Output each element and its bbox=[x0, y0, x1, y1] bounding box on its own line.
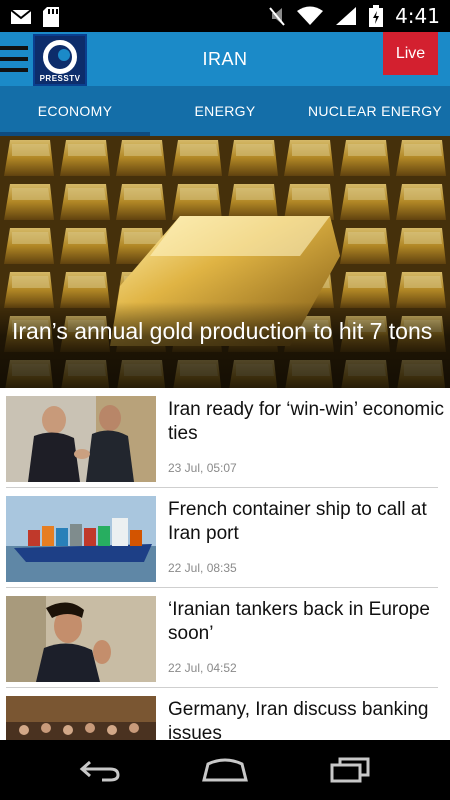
back-icon bbox=[79, 760, 120, 782]
recent-apps-icon bbox=[330, 757, 370, 783]
clock: 4:41 bbox=[395, 4, 440, 28]
article-date: 22 Jul, 08:35 bbox=[168, 561, 237, 575]
hero-title: Iran’s annual gold production to hit 7 t… bbox=[12, 318, 433, 344]
article-title: Germany, Iran discuss banking issues bbox=[168, 699, 429, 744]
tab-energy[interactable]: ENERGY bbox=[150, 86, 300, 136]
hero-article[interactable]: Iran’s annual gold production to hit 7 t… bbox=[0, 136, 450, 388]
home-button[interactable] bbox=[175, 740, 275, 800]
status-bar: 4:41 bbox=[0, 0, 450, 32]
wifi-icon bbox=[297, 6, 324, 25]
article-date: 22 Jul, 04:52 bbox=[168, 661, 237, 675]
article-date: 23 Jul, 05:07 bbox=[168, 461, 237, 475]
list-item[interactable]: French container ship to call at Iran po… bbox=[0, 488, 450, 588]
list-item[interactable]: ‘Iranian tankers back in Europe soon’ 22… bbox=[0, 588, 450, 688]
sd-card-icon bbox=[43, 7, 59, 27]
app-bar: PRESSTV IRAN Live bbox=[0, 32, 450, 86]
tab-nuclear-energy[interactable]: NUCLEAR ENERGY bbox=[300, 86, 450, 136]
news-list: Iran ready for ‘win-win’ economic ties 2… bbox=[0, 388, 450, 788]
live-button[interactable]: Live bbox=[383, 32, 438, 75]
category-tabs: ECONOMY ENERGY NUCLEAR ENERGY bbox=[0, 86, 450, 136]
thumbnail-speaker bbox=[6, 596, 156, 682]
system-nav-bar bbox=[0, 740, 450, 800]
recent-apps-button[interactable] bbox=[300, 740, 400, 800]
article-title: Iran ready for ‘win-win’ economic ties bbox=[168, 399, 444, 444]
list-item[interactable]: Iran ready for ‘win-win’ economic ties 2… bbox=[0, 388, 450, 488]
signal-icon bbox=[336, 7, 357, 25]
tab-economy[interactable]: ECONOMY bbox=[0, 86, 150, 136]
battery-icon bbox=[369, 5, 384, 27]
back-button[interactable] bbox=[50, 740, 150, 800]
mail-icon bbox=[10, 9, 32, 24]
article-title: French container ship to call at Iran po… bbox=[168, 499, 427, 544]
thumbnail-handshake bbox=[6, 396, 156, 482]
mute-icon bbox=[269, 7, 285, 26]
thumbnail-container-ship bbox=[6, 496, 156, 582]
article-title: ‘Iranian tankers back in Europe soon’ bbox=[168, 599, 430, 644]
home-icon bbox=[202, 758, 248, 782]
